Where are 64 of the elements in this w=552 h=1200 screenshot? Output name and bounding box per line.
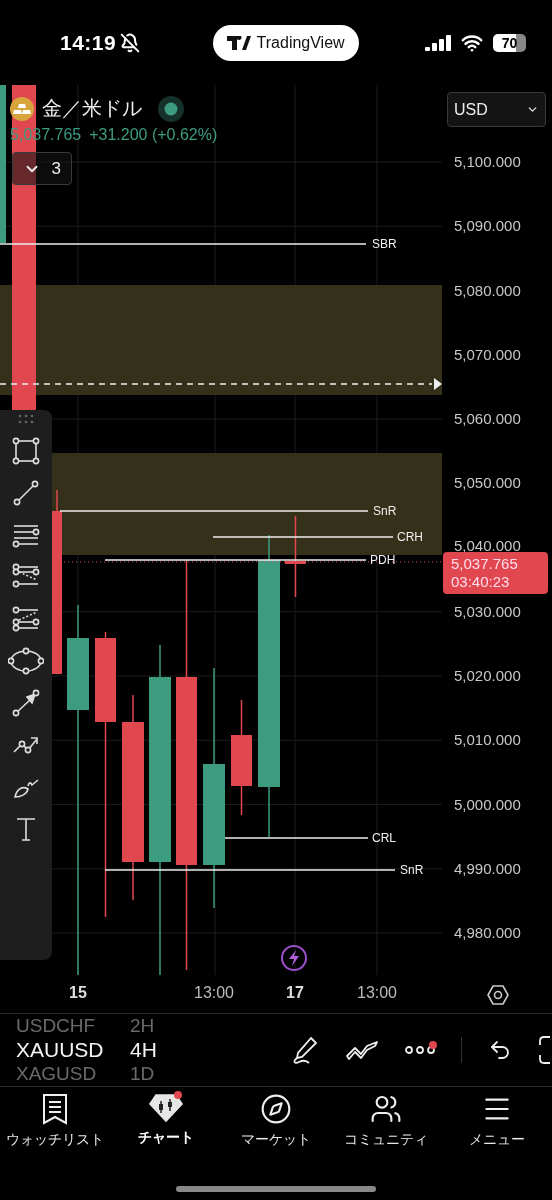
status-time: 14:19	[60, 30, 117, 55]
people-icon	[370, 1093, 403, 1125]
price-label: 5,050.000	[454, 474, 521, 493]
fullscreen-icon[interactable]	[538, 1035, 552, 1065]
indicators-toggle[interactable]: 3	[12, 152, 72, 185]
drag-handle-icon[interactable]	[17, 414, 35, 424]
price-label: 5,030.000	[454, 602, 521, 621]
lightning-icon[interactable]	[281, 945, 307, 971]
line-tool-icon[interactable]	[11, 478, 41, 508]
rectangle-tool-icon[interactable]	[11, 436, 41, 466]
level-label: PDH	[370, 553, 396, 567]
candles-diamond-icon	[147, 1093, 184, 1123]
currency-select[interactable]: USD	[447, 92, 546, 127]
compass-icon	[260, 1093, 292, 1125]
price-label: 5,090.000	[454, 217, 521, 236]
symbol-name[interactable]: 金／米ドル	[42, 95, 142, 122]
app-pill[interactable]: TradingView	[212, 24, 359, 61]
price-change: +31.200 (+0.62%)	[89, 126, 218, 144]
price-label: 5,020.000	[454, 667, 521, 685]
level-label: CRL	[372, 831, 396, 845]
app-name: TradingView	[256, 33, 345, 52]
price-label: 5,040.000	[454, 536, 521, 555]
list-bookmark-icon	[42, 1093, 69, 1125]
more-icon	[405, 1045, 435, 1055]
level-label: SnR	[400, 863, 424, 877]
indicators-button[interactable]	[345, 1038, 379, 1062]
fibonacci-extension-icon[interactable]	[11, 604, 41, 634]
level-label: CRH	[397, 530, 423, 544]
nav-tab[interactable]: マーケット	[220, 1093, 332, 1167]
symbol-option[interactable]: USDCHF	[16, 1017, 96, 1035]
time-label: 13:00	[194, 984, 234, 1002]
current-price: 5,037.765	[451, 555, 519, 573]
undo-icon[interactable]	[488, 1038, 512, 1062]
nav-tab[interactable]: ウォッチリスト	[0, 1093, 111, 1167]
interval-option[interactable]: 2H	[130, 1017, 155, 1035]
nav-tab[interactable]: メニュー	[441, 1093, 552, 1167]
price-label: 4,990.000	[454, 859, 521, 878]
nav-tab[interactable]: チャート	[110, 1093, 221, 1167]
symbol-option[interactable]: XAGUSD	[16, 1065, 97, 1083]
price-label: 5,060.000	[454, 410, 521, 428]
price-label: 5,000.000	[454, 795, 521, 814]
coin-icon	[10, 96, 34, 121]
time-label: 15	[69, 984, 87, 1002]
symbol-option[interactable]: XAUUSD	[16, 1035, 104, 1065]
battery-indicator: 70	[493, 33, 526, 52]
interval-option[interactable]: 4H	[130, 1035, 157, 1065]
price-label: 5,070.000	[454, 345, 521, 364]
nav-tab[interactable]: コミュニティ	[331, 1093, 442, 1167]
price-label: 5,100.000	[454, 153, 521, 171]
interval-option[interactable]: 1D	[130, 1065, 155, 1083]
level-label: SBR	[372, 237, 397, 251]
arrow-tool-icon[interactable]	[11, 688, 41, 718]
price-label: 4,980.000	[454, 924, 521, 942]
level-label: SnR	[373, 504, 397, 518]
wave-lines-icon	[345, 1038, 379, 1062]
bar-countdown: 03:40:23	[451, 573, 511, 591]
price-label: 5,010.000	[454, 731, 521, 750]
ellipse-tool-icon[interactable]	[8, 646, 44, 676]
signal-icon	[425, 34, 451, 51]
time-label: 17	[286, 984, 304, 1002]
logo-icon	[226, 35, 251, 50]
settings-icon[interactable]	[487, 984, 509, 1006]
price-label: 5,080.000	[454, 281, 521, 300]
time-label: 13:00	[357, 984, 397, 1002]
